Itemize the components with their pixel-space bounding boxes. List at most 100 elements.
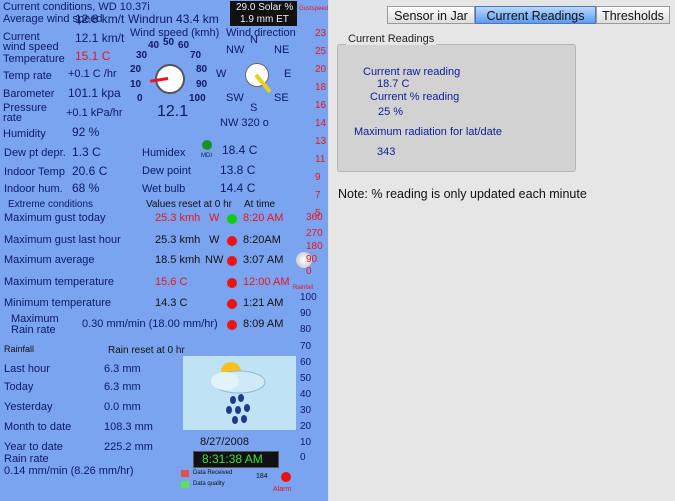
extreme-dir-0: W bbox=[209, 212, 220, 224]
side-bottom-3: 90 bbox=[306, 254, 318, 265]
dew-depr-label: Dew pt depr. bbox=[4, 147, 66, 159]
side-bottom-2: 180 bbox=[306, 241, 323, 252]
rain-reset: Rain reset at 0 hr bbox=[108, 345, 185, 356]
extreme-status-1 bbox=[227, 236, 237, 246]
forecast-image bbox=[183, 356, 296, 430]
gust-label: Gustspeed bbox=[299, 6, 328, 12]
compass-label-e: E bbox=[284, 68, 292, 80]
gauge-tick-60: 60 bbox=[178, 40, 190, 51]
side-top-11: 11 bbox=[315, 154, 326, 165]
max-radiation-label: Maximum radiation for lat/date bbox=[354, 126, 502, 138]
side-bottom-6: 90 bbox=[300, 308, 312, 319]
extreme-label-2: Maximum average bbox=[4, 254, 95, 266]
gauge-tick-30: 30 bbox=[136, 50, 148, 61]
extreme-label-0: Maximum gust today bbox=[4, 212, 106, 224]
gauge-tick-10: 10 bbox=[130, 79, 142, 90]
dew-depr-value: 1.3 C bbox=[72, 145, 101, 159]
temperature-label: Temperature bbox=[3, 53, 65, 65]
rain-value-0: 6.3 mm bbox=[104, 363, 141, 375]
extreme-label-1: Maximum gust last hour bbox=[4, 234, 121, 246]
side-bottom-9: 60 bbox=[300, 357, 312, 368]
extremes-header: Extreme conditions bbox=[8, 199, 94, 210]
side-bottom-13: 20 bbox=[300, 421, 312, 432]
data-received-swatch bbox=[181, 470, 189, 477]
indoor-hum-value: 68 % bbox=[72, 181, 100, 195]
update-note: Note: % reading is only updated each min… bbox=[338, 187, 587, 201]
settings-pane: Sensor in Jar Current Readings Thresholds … bbox=[329, 0, 675, 501]
pct-reading-label: Current % reading bbox=[370, 91, 460, 103]
compass-label-n: N bbox=[250, 34, 258, 46]
extreme-value-1: 25.3 kmh bbox=[155, 234, 201, 246]
rain-rate-value: 0.14 mm/min (8.26 mm/hr) bbox=[4, 465, 134, 477]
pct-reading-value: 25 % bbox=[378, 106, 404, 118]
side-top-13: 13 bbox=[315, 136, 327, 147]
current-readings-group: Current Readings Current raw reading 18.… bbox=[337, 33, 576, 172]
mdi-label: MDI bbox=[201, 153, 212, 159]
wind-direction-title: Wind direction bbox=[226, 27, 296, 39]
extreme-value-3: 15.6 C bbox=[155, 276, 188, 288]
extreme-dir-2: NW bbox=[205, 254, 224, 266]
extreme-time-1: 8:20AM bbox=[243, 234, 281, 246]
compass-label-w: W bbox=[216, 68, 227, 80]
compass-label-s: S bbox=[250, 102, 258, 114]
tab-thresholds[interactable]: Thresholds bbox=[596, 6, 670, 24]
humidity-value: 92 % bbox=[72, 125, 100, 139]
solar-box: 29.0 Solar % 1.9 mm ET bbox=[230, 1, 297, 26]
extreme-status-5 bbox=[227, 320, 237, 330]
windrun-value: Windrun 43.4 km bbox=[128, 12, 219, 26]
side-top-23: 23 bbox=[315, 28, 327, 39]
barometer-value: 101.1 kpa bbox=[68, 86, 121, 100]
side-bottom-1: 270 bbox=[306, 228, 323, 239]
alarm-indicator[interactable] bbox=[281, 472, 291, 482]
humidex-value: 18.4 C bbox=[222, 143, 258, 157]
gauge-tick-20: 20 bbox=[130, 64, 142, 75]
side-bottom-5: 100 bbox=[300, 292, 317, 303]
temp-rate-label: Temp rate bbox=[3, 70, 52, 82]
rain-rate-label: Rain rate bbox=[4, 453, 49, 465]
time-text: 8:31:38 AM bbox=[202, 452, 263, 466]
rain-label-1: Today bbox=[4, 381, 34, 393]
pressure-rate-label: Pressure rate bbox=[3, 102, 48, 124]
time-display: 8:31:38 AM bbox=[193, 451, 279, 468]
dew-point-value: 13.8 C bbox=[220, 163, 256, 177]
tab-sensor-in-jar[interactable]: Sensor in Jar bbox=[387, 6, 475, 24]
rain-value-4: 225.2 mm bbox=[104, 441, 153, 453]
gauge-tick-70: 70 bbox=[190, 50, 202, 61]
rain-cloud-icon bbox=[211, 362, 266, 424]
side-top-18: 18 bbox=[315, 82, 327, 93]
gauge-tick-80: 80 bbox=[196, 64, 208, 75]
temp-rate-value: +0.1 C /hr bbox=[68, 68, 117, 80]
et-value: 1.9 mm ET bbox=[240, 14, 289, 25]
gauge-tick-50: 50 bbox=[163, 37, 175, 48]
rain-value-2: 0.0 mm bbox=[104, 401, 141, 413]
indoor-temp-value: 20.6 C bbox=[72, 164, 108, 178]
extreme-label-5: Maximum Rain rate bbox=[11, 313, 59, 336]
extreme-label-4: Minimum temperature bbox=[4, 297, 111, 309]
gauge-tick-90: 90 bbox=[196, 79, 208, 90]
extreme-value-5: 0.30 mm/min (18.00 mm/hr) bbox=[82, 318, 218, 330]
side-top-20: 20 bbox=[315, 64, 327, 75]
side-top-14: 14 bbox=[315, 118, 327, 129]
side-bottom-11: 40 bbox=[300, 389, 312, 400]
side-bottom-8: 70 bbox=[300, 341, 312, 352]
side-bottom-14: 10 bbox=[300, 437, 312, 448]
wind-speed-reading: 12.1 bbox=[157, 103, 189, 120]
raw-reading-label: Current raw reading bbox=[363, 66, 461, 78]
extreme-status-4 bbox=[227, 299, 237, 309]
extremes-at-time: At time bbox=[244, 199, 276, 210]
side-top-16: 16 bbox=[315, 100, 327, 111]
extreme-time-2: 3:07 AM bbox=[243, 254, 284, 266]
extreme-time-3: 12:00 AM bbox=[243, 276, 290, 288]
weather-display-panel: Current conditions, WD 10.37i 29.0 Solar… bbox=[0, 0, 328, 501]
side-top-9: 9 bbox=[315, 172, 321, 183]
tab-current-readings[interactable]: Current Readings bbox=[475, 6, 596, 24]
rain-label-0: Last hour bbox=[4, 363, 50, 375]
humidex-label: Humidex bbox=[142, 147, 186, 159]
extreme-status-2 bbox=[227, 256, 237, 266]
extreme-value-0: 25.3 kmh bbox=[155, 212, 201, 224]
cur-wind-value: 12.1 km/t bbox=[75, 31, 125, 45]
wind-speed-title: Wind speed (kmh) bbox=[130, 27, 220, 39]
packet-count: 184 bbox=[256, 473, 268, 480]
date-display: 8/27/2008 bbox=[200, 436, 249, 448]
side-bottom-4: 0 bbox=[306, 266, 312, 277]
